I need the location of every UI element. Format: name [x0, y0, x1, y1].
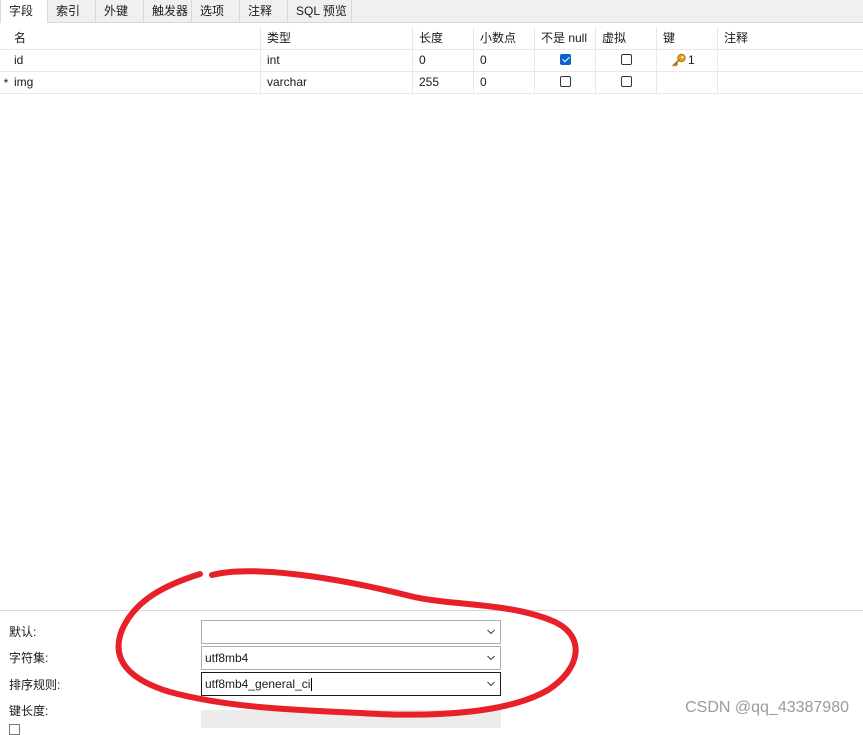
field-name-cell[interactable]: id — [8, 49, 261, 71]
column-header-key[interactable]: 键 — [657, 27, 718, 49]
default-select[interactable] — [201, 620, 501, 644]
table-row[interactable]: * img varchar 255 0 — [0, 71, 863, 94]
collation-select[interactable]: utf8mb4_general_ci — [201, 672, 501, 696]
grid-header-row: 名 类型 长度 小数点 不是 null 虚拟 键 注释 — [0, 27, 863, 50]
field-length-cell[interactable]: 0 — [413, 49, 474, 71]
field-key-cell[interactable]: 1 — [657, 49, 718, 71]
tab-foreign-keys[interactable]: 外键 — [96, 0, 144, 22]
not-null-checkbox[interactable] — [560, 54, 571, 65]
chevron-down-icon — [487, 655, 495, 661]
text-caret — [311, 678, 313, 692]
watermark: CSDN @qq_43387980 — [685, 699, 849, 716]
field-virtual-cell — [596, 49, 657, 71]
field-type-cell[interactable]: int — [261, 49, 413, 71]
chevron-down-icon — [487, 629, 495, 635]
collation-label: 排序规则: — [9, 678, 61, 692]
tab-indexes[interactable]: 索引 — [48, 0, 96, 22]
field-not-null-cell — [535, 71, 596, 93]
collation-value-wrap: utf8mb4_general_ci — [205, 673, 313, 695]
field-comment-cell[interactable] — [718, 49, 863, 71]
key-icon — [672, 53, 686, 67]
field-type-cell[interactable]: varchar — [261, 71, 413, 93]
collation-value: utf8mb4_general_ci — [205, 677, 311, 691]
key-length-label: 键长度: — [9, 704, 49, 718]
tab-comment[interactable]: 注释 — [240, 0, 288, 22]
field-decimals-cell[interactable]: 0 — [474, 49, 535, 71]
column-header-length[interactable]: 长度 — [413, 27, 474, 49]
field-name-cell[interactable]: img — [8, 71, 261, 93]
field-decimals-cell[interactable]: 0 — [474, 71, 535, 93]
column-header-virtual[interactable]: 虚拟 — [596, 27, 657, 49]
field-length-cell[interactable]: 255 — [413, 71, 474, 93]
column-header-comment[interactable]: 注释 — [718, 27, 863, 49]
virtual-checkbox[interactable] — [621, 76, 632, 87]
tab-sql-preview[interactable]: SQL 预览 — [288, 0, 352, 22]
charset-label: 字符集: — [9, 651, 49, 665]
tab-fields[interactable]: 字段 — [0, 0, 48, 23]
key-length-input[interactable] — [201, 710, 501, 728]
charset-select[interactable]: utf8mb4 — [201, 646, 501, 670]
field-key-cell[interactable] — [657, 71, 718, 93]
default-label: 默认: — [9, 625, 37, 639]
not-null-checkbox[interactable] — [560, 76, 571, 87]
column-header-decimals[interactable]: 小数点 — [474, 27, 535, 49]
virtual-checkbox[interactable] — [621, 54, 632, 65]
tab-options[interactable]: 选项 — [192, 0, 240, 22]
table-row[interactable]: id int 0 0 1 — [0, 49, 863, 72]
field-virtual-cell — [596, 71, 657, 93]
property-checkbox[interactable] — [9, 724, 20, 735]
key-order: 1 — [688, 53, 695, 67]
column-header-not-null[interactable]: 不是 null — [535, 27, 596, 49]
field-comment-cell[interactable] — [718, 71, 863, 93]
column-header-type[interactable]: 类型 — [261, 27, 413, 49]
chevron-down-icon — [487, 681, 495, 687]
column-header-name[interactable]: 名 — [8, 27, 261, 49]
field-not-null-cell — [535, 49, 596, 71]
charset-value: utf8mb4 — [205, 651, 249, 665]
tab-triggers[interactable]: 触发器 — [144, 0, 192, 22]
tab-bar: 字段 索引 外键 触发器 选项 注释 SQL 预览 — [0, 0, 863, 23]
